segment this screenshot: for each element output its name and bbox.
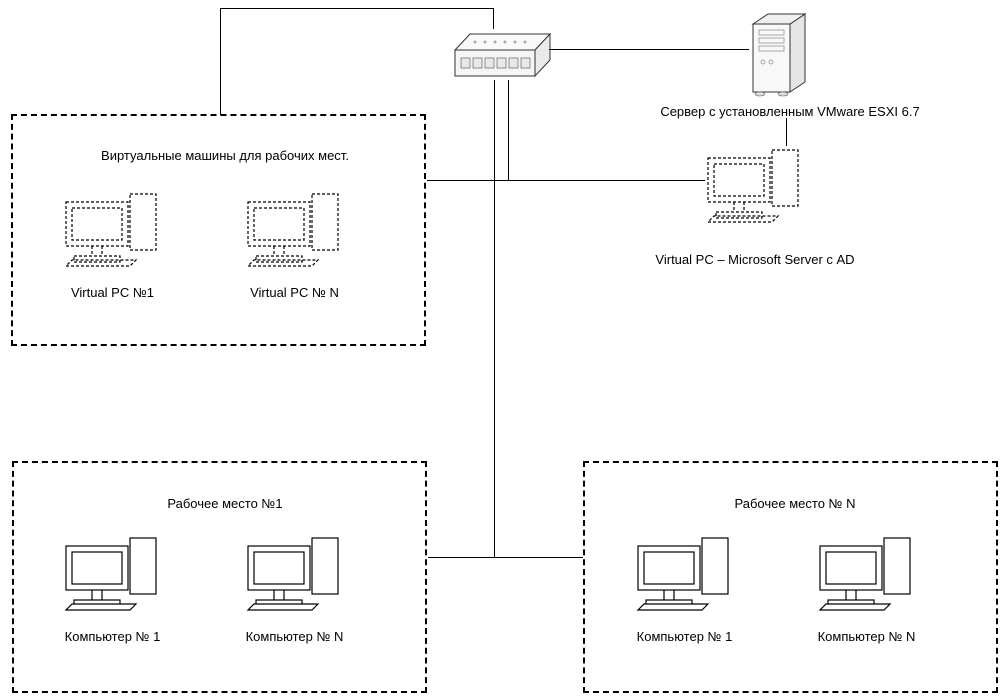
vm-pcN-label: Virtual PC № N	[242, 285, 347, 300]
vm-pc1: Virtual PC №1	[60, 186, 165, 300]
conn-switch-vs-down	[508, 80, 509, 180]
ws1-pc1-label: Компьютер № 1	[60, 629, 165, 644]
conn-trunk-ws1	[428, 557, 495, 558]
conn-switch-top-across	[220, 8, 494, 9]
server-label: Сервер с установленным VMware ESXI 6.7	[640, 104, 940, 119]
wsN-pc1-label: Компьютер № 1	[632, 629, 737, 644]
conn-vm-across2	[428, 180, 508, 181]
server-icon	[745, 12, 820, 105]
virtual-server-pc	[702, 142, 807, 235]
wsN-pcN-label: Компьютер № N	[814, 629, 919, 644]
vm-pc1-label: Virtual PC №1	[60, 285, 165, 300]
conn-switch-server	[549, 49, 749, 50]
conn-switch-top-up-l	[493, 8, 494, 29]
ws1-pc1: Компьютер № 1	[60, 530, 165, 644]
ws1-pcN-label: Компьютер № N	[242, 629, 347, 644]
virtual-server-label: Virtual PC – Microsoft Server с AD	[625, 252, 885, 267]
conn-trunk-wsN	[494, 557, 583, 558]
conn-server-vs	[786, 118, 787, 146]
wsN-box-title: Рабочее место № N	[720, 496, 870, 511]
conn-trunk	[494, 80, 495, 557]
ws1-box-title: Рабочее место №1	[150, 496, 300, 511]
wsN-pc1: Компьютер № 1	[632, 530, 737, 644]
vm-pcN: Virtual PC № N	[242, 186, 347, 300]
conn-switch-top-down	[220, 8, 221, 115]
ws1-pcN: Компьютер № N	[242, 530, 347, 644]
vm-box-title: Виртуальные машины для рабочих мест.	[95, 148, 355, 163]
wsN-pcN: Компьютер № N	[814, 530, 919, 644]
switch-icon	[445, 28, 555, 86]
